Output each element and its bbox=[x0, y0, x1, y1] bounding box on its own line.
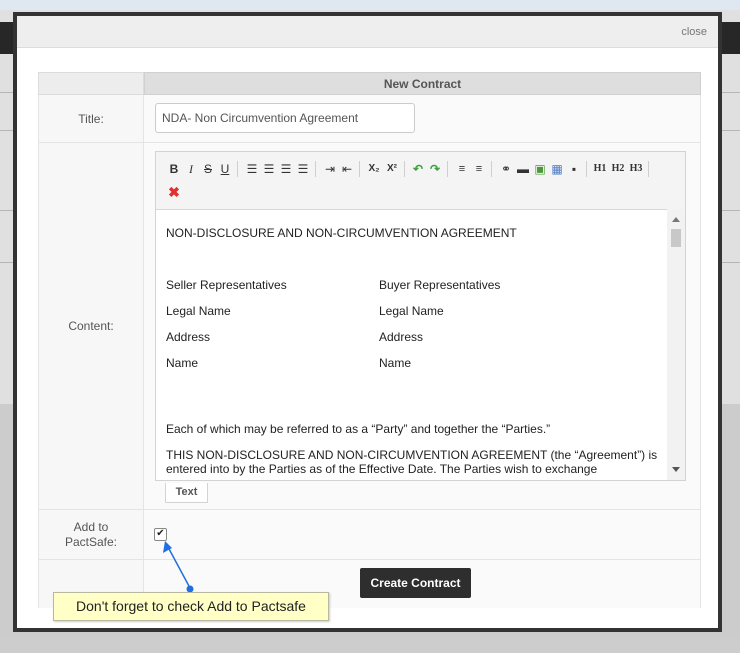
title-value-cell bbox=[144, 95, 701, 142]
new-contract-modal: close New Contract Title: Content: B bbox=[13, 12, 722, 632]
remove-format-icon[interactable]: ✖ bbox=[166, 184, 182, 200]
pactsafe-value-cell: ✔ bbox=[144, 510, 701, 559]
seller-name: Name bbox=[166, 356, 199, 370]
buyer-name: Name bbox=[379, 356, 412, 370]
toolbar-separator bbox=[359, 161, 360, 177]
align-left-icon[interactable]: ☰ bbox=[244, 161, 260, 177]
toolbar-separator bbox=[491, 161, 492, 177]
seller-header: Seller Representatives bbox=[166, 278, 287, 292]
h1-icon[interactable]: H1 bbox=[592, 161, 608, 177]
toolbar-separator bbox=[315, 161, 316, 177]
toolbar-separator bbox=[237, 161, 238, 177]
content-row: Content: B I S U ☰ ☰ ☰ ☰ ⇥ ⇤ X₂ X² ↶ ↷ ≡… bbox=[38, 143, 701, 510]
html-icon[interactable]: ▪ bbox=[566, 161, 582, 177]
pactsafe-label-line1: Add to bbox=[73, 519, 109, 534]
indent-icon[interactable]: ⇥ bbox=[322, 161, 338, 177]
table-icon[interactable]: ▦ bbox=[549, 161, 565, 177]
horizontal-rule-icon[interactable]: ▬ bbox=[515, 161, 531, 177]
add-to-pactsafe-checkbox[interactable]: ✔ bbox=[154, 528, 167, 541]
seller-address: Address bbox=[166, 330, 211, 344]
editor-content[interactable]: NON-DISCLOSURE AND NON-CIRCUMVENTION AGR… bbox=[156, 209, 666, 480]
content-label: Content: bbox=[38, 143, 144, 509]
scroll-up-arrow-icon[interactable] bbox=[672, 217, 680, 222]
create-contract-button[interactable]: Create Contract bbox=[360, 568, 471, 598]
align-justify-icon[interactable]: ☰ bbox=[295, 161, 311, 177]
bold-icon[interactable]: B bbox=[166, 161, 182, 177]
scrollbar-thumb[interactable] bbox=[671, 229, 681, 247]
align-right-icon[interactable]: ☰ bbox=[278, 161, 294, 177]
rich-text-editor: B I S U ☰ ☰ ☰ ☰ ⇥ ⇤ X₂ X² ↶ ↷ ≡ ≡ ⚭ ▬ ▣ … bbox=[155, 151, 686, 481]
strikethrough-icon[interactable]: S bbox=[200, 161, 216, 177]
agreement-paragraph-line2: entered into by the Parties as of the Ef… bbox=[166, 462, 598, 476]
agreement-heading: NON-DISCLOSURE AND NON-CIRCUMVENTION AGR… bbox=[166, 226, 517, 240]
agreement-paragraph-line1: THIS NON-DISCLOSURE AND NON-CIRCUMVENTIO… bbox=[166, 448, 658, 462]
toolbar-separator bbox=[648, 161, 649, 177]
pactsafe-label: Add to PactSafe: bbox=[38, 510, 144, 559]
toolbar-separator bbox=[586, 161, 587, 177]
modal-body: New Contract Title: Content: B I S bbox=[17, 48, 718, 628]
party-paragraph: Each of which may be referred to as a “P… bbox=[166, 422, 551, 436]
link-icon[interactable]: ⚭ bbox=[498, 161, 514, 177]
browser-strip bbox=[0, 0, 740, 10]
editor-toolbar: B I S U ☰ ☰ ☰ ☰ ⇥ ⇤ X₂ X² ↶ ↷ ≡ ≡ ⚭ ▬ ▣ … bbox=[156, 152, 685, 210]
editor-scrollbar[interactable] bbox=[667, 209, 685, 480]
content-value-cell: B I S U ☰ ☰ ☰ ☰ ⇥ ⇤ X₂ X² ↶ ↷ ≡ ≡ ⚭ ▬ ▣ … bbox=[144, 143, 701, 509]
pactsafe-row: Add to PactSafe: ✔ bbox=[38, 510, 701, 560]
h3-icon[interactable]: H3 bbox=[628, 161, 644, 177]
toolbar-separator bbox=[447, 161, 448, 177]
form-header-spacer bbox=[38, 72, 144, 95]
title-row: Title: bbox=[38, 95, 701, 143]
buyer-address: Address bbox=[379, 330, 424, 344]
modal-header: close bbox=[17, 16, 718, 48]
title-label: Title: bbox=[38, 95, 144, 142]
outdent-icon[interactable]: ⇤ bbox=[339, 161, 355, 177]
contract-form: New Contract Title: Content: B I S bbox=[38, 72, 701, 631]
buyer-legal-name: Legal Name bbox=[379, 304, 444, 318]
undo-icon[interactable]: ↶ bbox=[410, 161, 426, 177]
form-header-title: New Contract bbox=[144, 72, 701, 95]
superscript-icon[interactable]: X² bbox=[384, 161, 400, 177]
title-input[interactable] bbox=[155, 103, 415, 133]
seller-legal-name: Legal Name bbox=[166, 304, 231, 318]
close-link[interactable]: close bbox=[681, 26, 707, 38]
image-icon[interactable]: ▣ bbox=[532, 161, 548, 177]
pactsafe-label-line2: PactSafe: bbox=[64, 534, 118, 549]
align-center-icon[interactable]: ☰ bbox=[261, 161, 277, 177]
toolbar-separator bbox=[404, 161, 405, 177]
text-mode-tab[interactable]: Text bbox=[165, 483, 208, 503]
italic-icon[interactable]: I bbox=[183, 161, 199, 177]
unordered-list-icon[interactable]: ≡ bbox=[471, 161, 487, 177]
ordered-list-icon[interactable]: ≡ bbox=[454, 161, 470, 177]
h2-icon[interactable]: H2 bbox=[610, 161, 626, 177]
reminder-tooltip: Don't forget to check Add to Pactsafe bbox=[53, 592, 329, 621]
buyer-header: Buyer Representatives bbox=[379, 278, 501, 292]
underline-icon[interactable]: U bbox=[217, 161, 233, 177]
redo-icon[interactable]: ↷ bbox=[427, 161, 443, 177]
scroll-down-arrow-icon[interactable] bbox=[672, 467, 680, 472]
subscript-icon[interactable]: X₂ bbox=[366, 161, 382, 177]
